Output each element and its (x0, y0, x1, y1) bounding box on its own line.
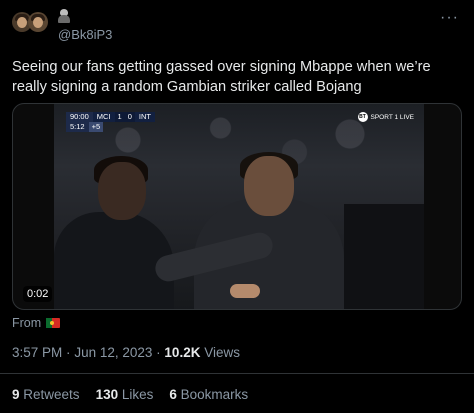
tweet-date[interactable]: Jun 12, 2023 (74, 345, 152, 360)
retweets-stat[interactable]: 9 Retweets (12, 387, 80, 402)
video-shadow (344, 204, 424, 309)
retweets-count: 9 (12, 387, 20, 402)
broadcaster-name: SPORT 1 LIVE (370, 113, 414, 121)
avatar-photo-right (28, 12, 48, 32)
bookmarks-count: 6 (169, 387, 177, 402)
meta-separator: · (156, 345, 161, 360)
from-label: From (12, 316, 42, 330)
scorebug-away-score: 0 (124, 112, 135, 122)
scorebug: 90:00 MCI 1 0 INT 5:12 +5 (66, 112, 155, 132)
likes-count: 130 (95, 387, 119, 402)
likes-stat[interactable]: 130 Likes (96, 387, 154, 402)
broadcaster-badge: BT SPORT 1 LIVE (357, 112, 414, 122)
divider (0, 373, 474, 374)
scorebug-plus: +5 (88, 122, 104, 132)
portugal-flag-icon (46, 318, 61, 328)
scorebug-added-time: 5:12 (66, 122, 89, 132)
video-frame: 90:00 MCI 1 0 INT 5:12 +5 BT SPORT 1 LIV… (54, 104, 424, 309)
views-count: 10.2K (164, 345, 201, 360)
user-handle[interactable]: @Bk8iP3 (58, 27, 112, 42)
from-location: From (12, 316, 61, 330)
broadcaster-logo-icon: BT (357, 112, 368, 122)
video-person-left-head (98, 162, 146, 220)
bookmarks-label: Bookmarks (180, 387, 249, 402)
avatar[interactable] (12, 6, 52, 40)
likes-label: Likes (121, 387, 154, 402)
scorebug-home-score: 1 (114, 112, 125, 122)
tweet-time[interactable]: 3:57 PM (12, 345, 62, 360)
retweets-label: Retweets (23, 387, 80, 402)
video-person-hand (230, 284, 260, 298)
bookmarks-stat[interactable]: 6 Bookmarks (169, 387, 248, 402)
meta-separator: · (66, 345, 71, 360)
spy-emoji-icon (58, 9, 70, 23)
tweet-text: Seeing our fans getting gassed over sign… (12, 59, 431, 95)
video-duration: 0:02 (23, 286, 53, 302)
video-player[interactable]: 90:00 MCI 1 0 INT 5:12 +5 BT SPORT 1 LIV… (12, 103, 462, 310)
engagement-stats: 9 Retweets 130 Likes 6 Bookmarks (12, 387, 264, 402)
scorebug-clock: 90:00 (66, 112, 93, 122)
video-person-right-head (244, 156, 294, 216)
views-label: Views (204, 345, 240, 360)
scorebug-away: INT (134, 112, 155, 122)
scorebug-home: MCI (92, 112, 115, 122)
tweet-meta: 3:57 PM · Jun 12, 2023 · 10.2K Views (12, 345, 240, 360)
more-options-icon[interactable]: ··· (440, 9, 459, 27)
